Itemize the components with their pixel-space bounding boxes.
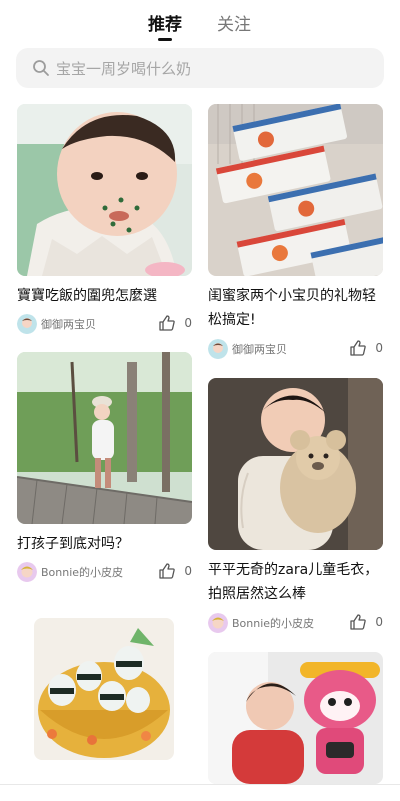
card-meta: 御御两宝贝 0 bbox=[17, 314, 192, 336]
search-placeholder: 宝宝一周岁喝什么奶 bbox=[56, 60, 192, 78]
author-name[interactable]: Bonnie的小皮皮 bbox=[232, 615, 314, 631]
card-image[interactable] bbox=[17, 352, 192, 524]
feed-card[interactable]: 平平无奇的zara儿童毛衣，拍照居然这么棒 Bonnie的小皮皮 0 bbox=[208, 378, 383, 640]
card-title[interactable]: 闺蜜家两个小宝贝的礼物轻松搞定! bbox=[208, 284, 383, 332]
search-bar[interactable]: 宝宝一周岁喝什么奶 bbox=[16, 48, 384, 88]
like-count: 0 bbox=[375, 615, 383, 629]
card-image[interactable] bbox=[17, 104, 192, 276]
author-name[interactable]: Bonnie的小皮皮 bbox=[41, 564, 123, 580]
card-title[interactable]: 打孩子到底对吗？ bbox=[17, 532, 192, 556]
author-name[interactable]: 御御两宝贝 bbox=[232, 341, 287, 357]
author-name[interactable]: 御御两宝贝 bbox=[41, 316, 96, 332]
author-avatar[interactable] bbox=[208, 613, 228, 633]
like-count: 0 bbox=[375, 341, 383, 355]
card-meta: Bonnie的小皮皮 0 bbox=[208, 613, 383, 635]
author-avatar[interactable] bbox=[17, 562, 37, 582]
card-meta: Bonnie的小皮皮 0 bbox=[17, 562, 192, 584]
thumbs-up-icon bbox=[159, 315, 175, 331]
card-meta: 御御两宝贝 0 bbox=[208, 339, 383, 361]
like-button[interactable]: 0 bbox=[158, 314, 192, 336]
card-title[interactable]: 平平无奇的zara儿童毛衣，拍照居然这么棒 bbox=[208, 558, 383, 606]
thumbs-up-icon bbox=[159, 563, 175, 579]
card-title[interactable]: 寶寶吃飯的圍兜怎麼選 bbox=[17, 284, 192, 308]
active-tab-indicator bbox=[158, 38, 172, 41]
card-image[interactable] bbox=[208, 652, 383, 784]
author-avatar[interactable] bbox=[208, 339, 228, 359]
tab-recommend[interactable]: 推荐 bbox=[148, 10, 182, 35]
author-avatar[interactable] bbox=[17, 314, 37, 334]
feed-card[interactable] bbox=[34, 618, 174, 778]
card-image[interactable] bbox=[34, 618, 174, 760]
feed-card[interactable] bbox=[208, 652, 383, 784]
feed-card[interactable]: 闺蜜家两个小宝贝的礼物轻松搞定! 御御两宝贝 0 bbox=[208, 104, 383, 366]
like-button[interactable]: 0 bbox=[158, 562, 192, 584]
like-button[interactable]: 0 bbox=[349, 613, 383, 635]
top-tabs: 推荐 关注 bbox=[0, 0, 400, 44]
thumbs-up-icon bbox=[350, 340, 366, 356]
like-count: 0 bbox=[184, 316, 192, 330]
feed-card[interactable]: 寶寶吃飯的圍兜怎麼選 御御两宝贝 0 bbox=[17, 104, 192, 344]
like-button[interactable]: 0 bbox=[349, 339, 383, 361]
feed-card[interactable]: 打孩子到底对吗？ Bonnie的小皮皮 0 bbox=[17, 352, 192, 584]
tab-follow[interactable]: 关注 bbox=[217, 10, 251, 35]
card-image[interactable] bbox=[208, 378, 383, 550]
like-count: 0 bbox=[184, 564, 192, 578]
thumbs-up-icon bbox=[350, 614, 366, 630]
search-icon bbox=[33, 60, 49, 76]
bottom-navigation bbox=[0, 784, 400, 801]
card-image[interactable] bbox=[208, 104, 383, 276]
